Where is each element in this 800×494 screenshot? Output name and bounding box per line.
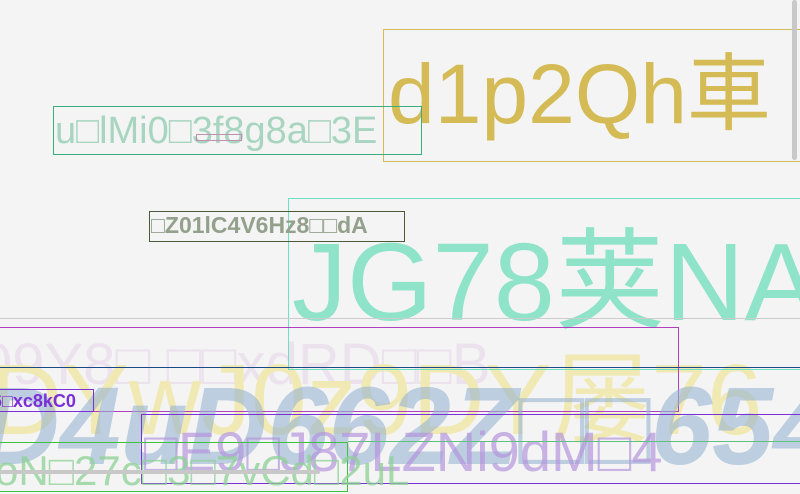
small-marker <box>196 134 242 141</box>
gold-title: d1p2Qh車 <box>388 47 771 141</box>
mint-big-text: JG78荚NA <box>292 221 800 344</box>
horizontal-scrollbar[interactable] <box>0 470 320 474</box>
divider-gray <box>0 318 800 319</box>
bold-label: □Z01lC4V6Hz8□□dA <box>151 212 368 238</box>
scrollbar[interactable] <box>792 0 797 160</box>
green-line-text: u□lMi0□3f8g8a□3E <box>55 110 378 152</box>
green-divider <box>348 441 800 442</box>
purple-label: 6□xc8kC0 <box>0 391 76 411</box>
